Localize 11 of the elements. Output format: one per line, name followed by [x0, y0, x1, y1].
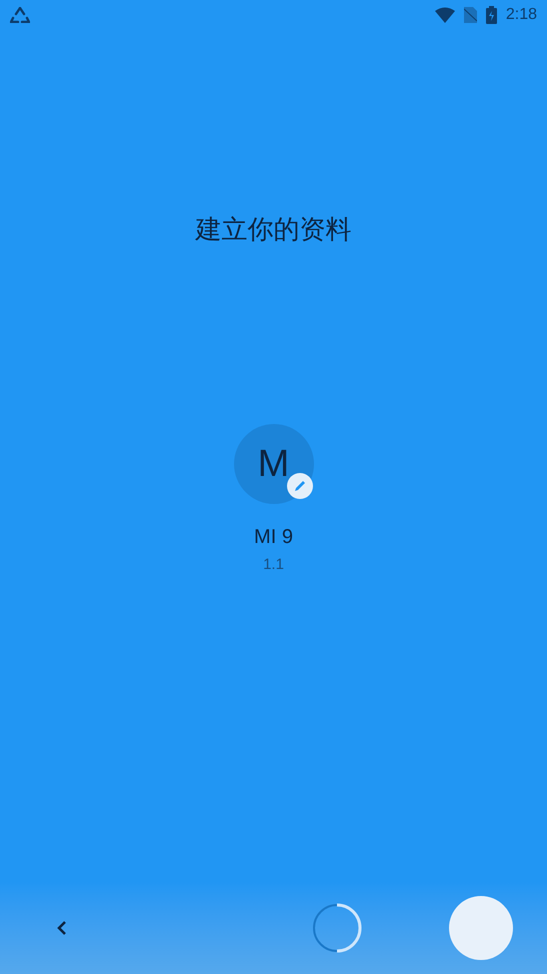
wifi-icon — [434, 7, 455, 23]
clock: 2:18 — [506, 5, 537, 25]
no-sim-icon — [464, 7, 477, 23]
version-text: 1.1 — [263, 555, 284, 575]
avatar[interactable]: M — [234, 424, 314, 504]
loading-spinner-icon — [312, 903, 362, 953]
battery-icon — [486, 6, 497, 24]
page-title: 建立你的资料 — [196, 213, 352, 246]
edit-icon[interactable] — [286, 472, 314, 500]
recycle-icon — [10, 7, 30, 23]
device-name: MI 9 — [254, 525, 293, 550]
